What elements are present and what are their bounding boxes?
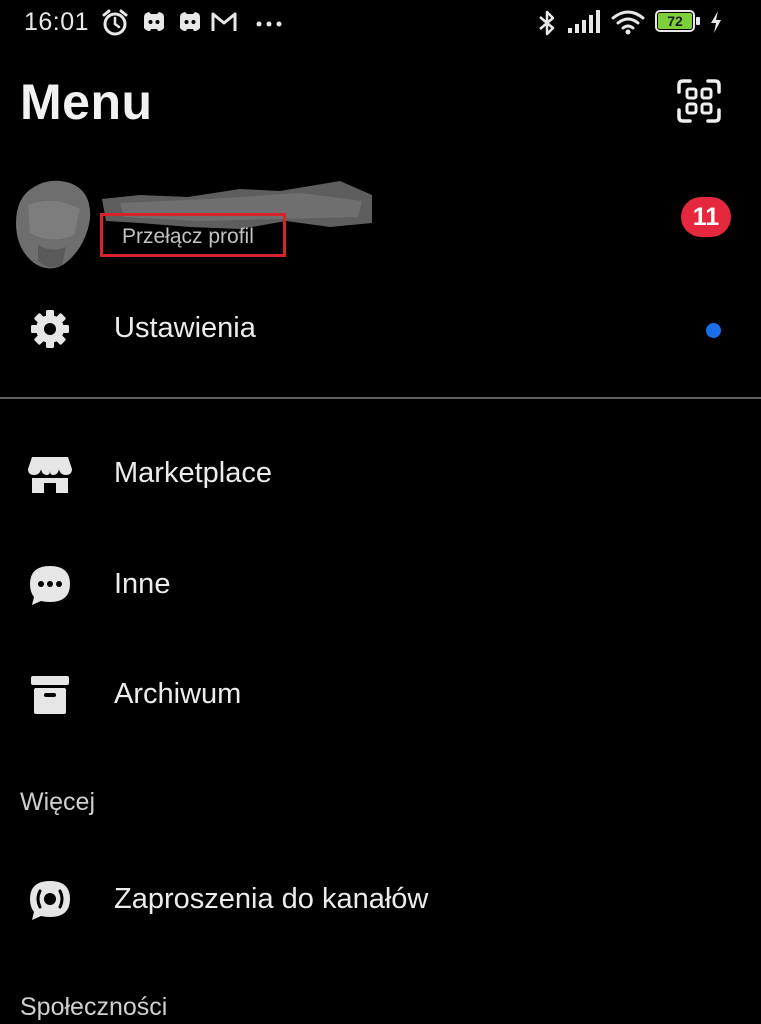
switch-profile-button[interactable]: Przełącz profil xyxy=(100,213,286,257)
more-icon xyxy=(256,21,282,27)
profile-row[interactable]: Przełącz profil 11 xyxy=(0,165,761,280)
menu-item-channel-invites[interactable]: Zaproszenia do kanałów xyxy=(0,859,761,939)
menu-item-settings[interactable]: Ustawienia xyxy=(0,288,761,368)
menu-item-label: Marketplace xyxy=(114,457,272,489)
unread-dot xyxy=(706,323,721,338)
status-time: 16:01 xyxy=(24,8,90,36)
switch-profile-label: Przełącz profil xyxy=(122,225,254,248)
discord-icon xyxy=(144,12,164,31)
gmail-icon xyxy=(211,12,237,31)
menu-item-marketplace[interactable]: Marketplace xyxy=(0,433,761,513)
section-header-communities: Społeczności xyxy=(20,993,168,1021)
divider xyxy=(0,397,761,399)
gear-icon xyxy=(31,310,69,348)
battery-icon: 72 xyxy=(655,10,703,34)
battery-level: 72 xyxy=(667,13,683,29)
page-title: Menu xyxy=(20,74,153,130)
status-bar: 16:01 72 xyxy=(0,0,761,44)
bluetooth-icon xyxy=(539,10,555,36)
menu-item-label: Inne xyxy=(114,568,171,600)
chat-bubble-icon xyxy=(30,566,70,605)
menu-item-other[interactable]: Inne xyxy=(0,544,761,624)
archive-box-icon xyxy=(31,676,69,714)
qr-scan-icon[interactable] xyxy=(676,78,722,124)
section-header-more: Więcej xyxy=(20,788,96,816)
menu-item-archive[interactable]: Archiwum xyxy=(0,654,761,734)
discord-icon xyxy=(180,12,200,31)
menu-item-label: Zaproszenia do kanałów xyxy=(114,883,429,915)
charging-icon xyxy=(711,11,721,33)
avatar[interactable] xyxy=(12,175,96,275)
notification-badge[interactable]: 11 xyxy=(681,197,731,237)
alarm-icon xyxy=(102,9,128,36)
store-icon xyxy=(28,457,72,493)
menu-item-label: Archiwum xyxy=(114,678,242,710)
wifi-icon xyxy=(611,10,645,35)
menu-item-label: Ustawienia xyxy=(114,312,256,344)
channel-invite-icon xyxy=(30,881,70,920)
signal-icon xyxy=(568,10,600,33)
